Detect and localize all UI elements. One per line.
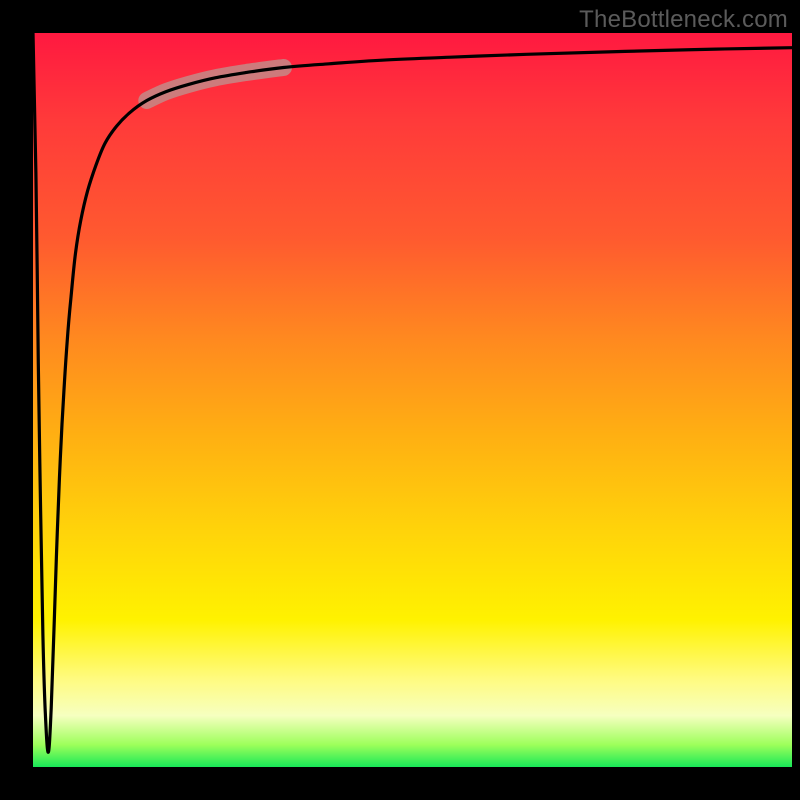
plot-area (33, 33, 792, 767)
curve-highlight (147, 68, 284, 101)
chart-stage: TheBottleneck.com (0, 0, 800, 800)
attribution-label: TheBottleneck.com (579, 6, 788, 34)
curve-svg (33, 33, 792, 767)
bottleneck-curve (33, 33, 792, 752)
